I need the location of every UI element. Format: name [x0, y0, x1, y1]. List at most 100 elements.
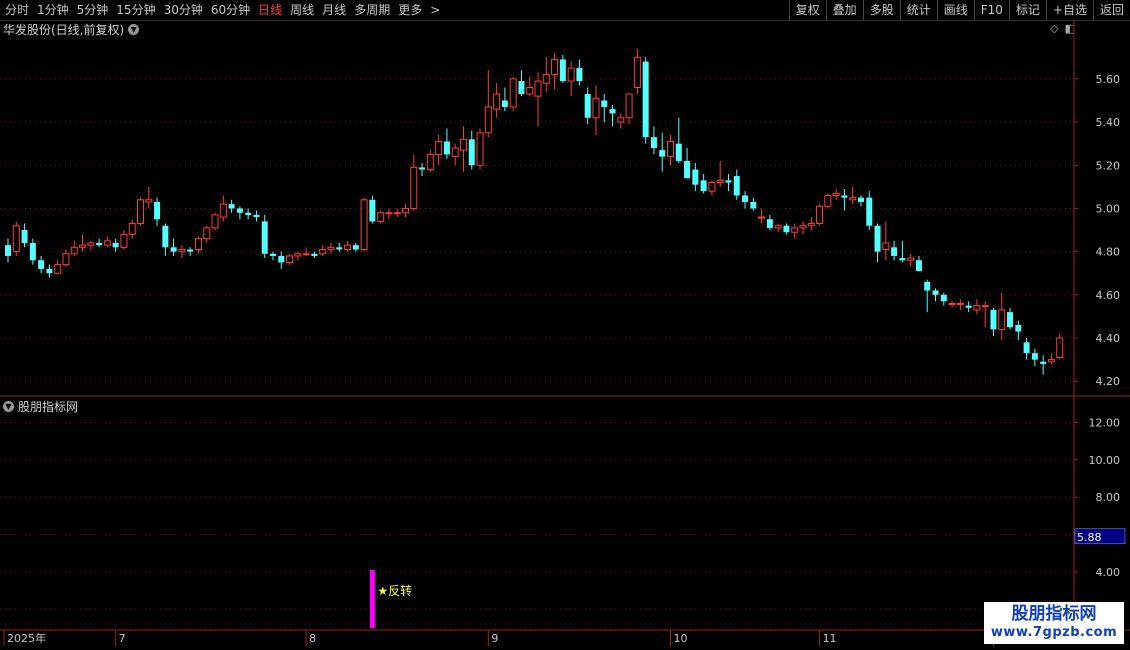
candle-body	[1047, 359, 1055, 363]
candle-body	[965, 305, 972, 308]
candle-body	[915, 260, 922, 272]
x-axis-label-3: 9	[491, 632, 498, 645]
candle-78	[650, 126, 657, 155]
candle-82	[684, 147, 691, 179]
candle-body	[286, 255, 294, 263]
candle-body	[194, 238, 202, 250]
candle-body	[459, 138, 467, 151]
candle-body	[518, 81, 525, 94]
main-y-tick-label-4: 4.80	[1096, 246, 1121, 259]
candle-body	[344, 244, 352, 250]
candle-22	[187, 247, 194, 256]
candle-44	[369, 195, 376, 224]
candle-52	[435, 135, 443, 166]
candle-62	[518, 70, 525, 97]
candle-39	[327, 242, 335, 254]
candle-body	[87, 242, 95, 246]
candle-40	[336, 242, 343, 252]
candle-body	[162, 225, 169, 248]
candle-body	[137, 199, 144, 225]
signal-label-0: ★反转	[377, 583, 412, 598]
candle-body	[419, 167, 426, 170]
main-y-tick-label-6: 4.40	[1096, 332, 1121, 345]
candle-10	[87, 240, 95, 250]
signal-bar-0	[369, 569, 375, 628]
candle-58	[484, 70, 492, 138]
candle-body	[501, 100, 508, 107]
candle-body	[1031, 353, 1038, 360]
candle-76	[633, 48, 641, 94]
candle-body	[120, 233, 128, 248]
candle-body	[849, 197, 857, 201]
candle-35	[294, 251, 302, 261]
candle-41	[344, 240, 352, 252]
candle-body	[112, 242, 119, 248]
candle-89	[742, 191, 749, 209]
candle-body	[410, 166, 418, 209]
candle-body	[633, 56, 641, 89]
candle-body	[874, 225, 881, 252]
candle-21	[178, 245, 186, 259]
candle-body	[940, 294, 947, 302]
current-value-label: 5.88	[1077, 531, 1102, 544]
candle-body	[5, 245, 11, 256]
candle-body	[766, 219, 773, 228]
candle-125	[1040, 355, 1047, 375]
candle-body	[824, 194, 832, 207]
candle-15	[128, 219, 136, 239]
candle-body	[733, 176, 740, 196]
candle-45	[377, 210, 385, 224]
candle-body	[534, 80, 542, 97]
candle-8	[70, 240, 78, 256]
candle-body	[219, 203, 227, 218]
candle-5	[46, 264, 53, 278]
candle-body	[559, 59, 566, 82]
candle-body	[435, 140, 443, 155]
candle-93	[774, 223, 782, 233]
candle-66	[551, 52, 559, 90]
x-axis-label-1: 7	[119, 632, 126, 645]
candle-117	[973, 299, 981, 315]
candle-34	[286, 253, 294, 265]
candle-body	[62, 253, 70, 266]
candle-94	[783, 223, 790, 235]
candle-body	[70, 246, 78, 255]
candle-97	[807, 217, 815, 231]
candle-body	[526, 87, 534, 95]
candle-body	[659, 150, 666, 157]
candle-19	[162, 223, 169, 256]
candle-body	[253, 214, 260, 218]
candle-body	[278, 255, 285, 263]
candle-body	[29, 242, 36, 261]
x-axis-label-2: 8	[309, 632, 316, 645]
candle-0	[5, 238, 11, 263]
candle-body	[542, 74, 550, 84]
candle-body	[46, 268, 53, 274]
candle-body	[96, 242, 103, 246]
main-y-tick-label-2: 5.20	[1096, 159, 1121, 172]
candle-68	[567, 61, 575, 97]
candle-104	[866, 191, 873, 231]
candle-body	[1015, 325, 1022, 332]
candle-body	[311, 253, 318, 256]
candle-body	[360, 199, 368, 250]
candle-body	[609, 109, 616, 114]
candle-124	[1031, 348, 1038, 367]
candle-9	[79, 234, 87, 252]
candle-body	[1040, 361, 1047, 364]
candle-70	[584, 87, 591, 125]
candle-67	[559, 55, 566, 84]
candle-body	[675, 143, 682, 161]
candle-1	[12, 221, 20, 256]
watermark-title: 股朋指标网	[1011, 604, 1097, 624]
main-y-tick-label-3: 5.00	[1096, 202, 1121, 215]
candle-body	[617, 117, 625, 123]
candle-116	[965, 301, 972, 313]
candle-body	[12, 225, 20, 253]
indicator-y-tick-label-3: 4.00	[1096, 566, 1121, 579]
candle-7	[62, 249, 70, 267]
indicator-y-tick-label-0: 12.00	[1089, 416, 1121, 429]
candle-body	[841, 195, 848, 198]
candle-26	[219, 195, 227, 222]
candle-100	[832, 189, 840, 200]
